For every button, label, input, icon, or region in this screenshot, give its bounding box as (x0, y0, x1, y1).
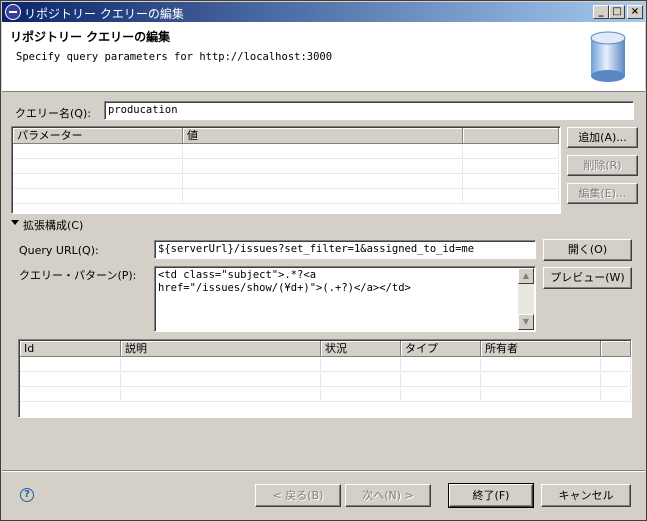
window-title: リポジトリー クエリーの編集 (24, 7, 184, 21)
repository-cylinder-icon (590, 31, 626, 82)
query-pattern-textarea[interactable]: <td class="subject">.*?<a href="/issues/… (154, 266, 536, 332)
table-row (20, 388, 631, 402)
scroll-up-icon[interactable]: ▲ (518, 268, 534, 284)
column-header-owner[interactable]: 所有者 (481, 341, 601, 357)
table-row (13, 160, 559, 174)
column-header-value[interactable]: 値 (183, 128, 463, 144)
column-header-id[interactable]: Id (20, 341, 121, 357)
advanced-section-toggle[interactable]: 拡張構成(C) (23, 217, 83, 233)
column-header-blank (601, 341, 631, 357)
add-parameter-button[interactable]: 追加(A)... (567, 127, 638, 148)
column-header-description[interactable]: 説明 (121, 341, 321, 357)
back-button[interactable]: < 戻る(B) (255, 484, 341, 507)
column-header-parameter[interactable]: パラメーター (13, 128, 183, 144)
expand-collapse-icon[interactable] (11, 220, 19, 225)
preview-button[interactable]: プレビュー(W) (543, 267, 632, 289)
footer-separator (2, 470, 645, 472)
table-row (20, 358, 631, 372)
help-icon[interactable]: ? (20, 488, 34, 502)
close-button[interactable]: × (627, 5, 643, 19)
parameters-header: パラメーター 値 (13, 128, 559, 144)
results-table[interactable]: Id 説明 状況 タイプ 所有者 (18, 339, 632, 418)
results-header: Id 説明 状況 タイプ 所有者 (20, 341, 631, 357)
wizard-header: リポジトリー クエリーの編集 Specify query parameters … (2, 22, 645, 92)
query-name-input[interactable]: producation (104, 101, 634, 120)
finish-button[interactable]: 終了(F) (448, 483, 534, 508)
column-header-blank (463, 128, 559, 144)
remove-parameter-button[interactable]: 削除(R) (567, 155, 638, 176)
parameters-table[interactable]: パラメーター 値 (11, 126, 561, 214)
table-row (13, 145, 559, 159)
query-url-label: Query URL(Q): (19, 244, 99, 257)
next-button[interactable]: 次へ(N) > (345, 484, 431, 507)
query-url-input[interactable]: ${serverUrl}/issues?set_filter=1&assigne… (154, 240, 536, 259)
wizard-title: リポジトリー クエリーの編集 (10, 30, 171, 44)
wizard-description: Specify query parameters for http://loca… (16, 51, 333, 63)
dialog-window: リポジトリー クエリーの編集 _ □ × リポジトリー クエリーの編集 Spec… (0, 0, 647, 521)
scroll-down-icon[interactable]: ▼ (518, 314, 534, 330)
eclipse-app-icon (5, 4, 21, 20)
query-pattern-text: <td class="subject">.*?<a href="/issues/… (158, 269, 411, 294)
title-bar: リポジトリー クエリーの編集 _ □ × (2, 2, 645, 22)
pattern-scrollbar[interactable]: ▲ ▼ (518, 268, 534, 330)
maximize-button[interactable]: □ (609, 5, 625, 19)
query-pattern-label: クエリー・パターン(P): (19, 269, 137, 282)
table-row (13, 175, 559, 189)
query-name-label: クエリー名(Q): (15, 107, 91, 120)
open-button[interactable]: 開く(O) (543, 239, 632, 261)
cancel-button[interactable]: キャンセル (541, 484, 631, 507)
edit-parameter-button[interactable]: 編集(E)... (567, 183, 638, 204)
column-header-status[interactable]: 状況 (321, 341, 401, 357)
table-row (13, 190, 559, 204)
table-row (20, 373, 631, 387)
minimize-button[interactable]: _ (593, 5, 609, 19)
column-header-type[interactable]: タイプ (401, 341, 481, 357)
